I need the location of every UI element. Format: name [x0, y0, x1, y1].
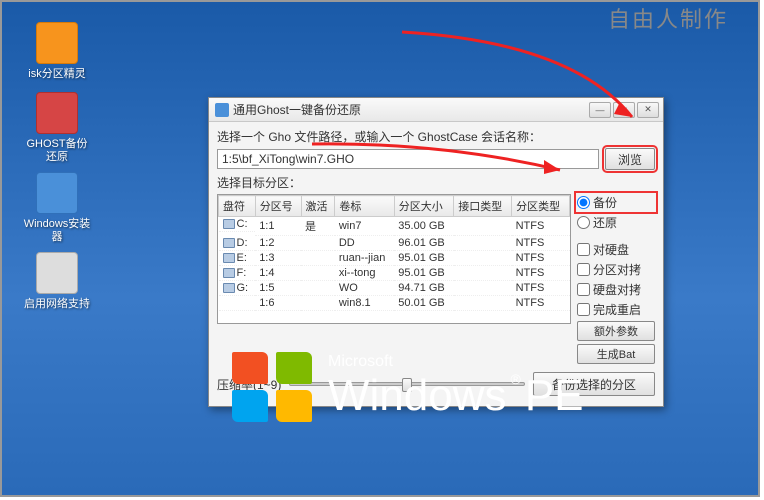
desktop-icon-ghost[interactable]: GHOST备份还原 — [22, 92, 92, 164]
chk-reboot[interactable]: 完成重启 — [577, 301, 655, 318]
app-icon — [215, 103, 229, 117]
table-cell: 35.00 GB — [394, 217, 453, 236]
path-label: 选择一个 Gho 文件路径，或输入一个 GhostCase 会话名称： — [217, 128, 655, 145]
extra-params-button[interactable]: 额外参数 — [577, 321, 655, 341]
dialog-titlebar[interactable]: 通用Ghost一键备份还原 — □ ✕ — [209, 98, 663, 122]
table-cell — [301, 236, 335, 251]
table-cell: G: — [219, 281, 256, 296]
drive-icon — [223, 283, 235, 293]
gen-bat-button[interactable]: 生成Bat — [577, 344, 655, 364]
ghost-icon — [36, 92, 78, 134]
table-cell — [301, 266, 335, 281]
table-cell — [454, 296, 512, 311]
table-cell: 50.01 GB — [394, 296, 453, 311]
icon-label: isk分区精灵 — [22, 68, 92, 81]
table-row[interactable]: F:1:4 xi--tong95.01 GB NTFS — [219, 266, 570, 281]
table-cell: ruan--jian — [335, 251, 394, 266]
chk-disk[interactable]: 对硬盘 — [577, 241, 655, 258]
table-row[interactable]: E:1:3 ruan--jian95.01 GB NTFS — [219, 251, 570, 266]
chk-partition-compare[interactable]: 分区对拷 — [577, 261, 655, 278]
drive-icon — [223, 253, 235, 263]
table-cell — [219, 296, 256, 311]
table-cell — [454, 251, 512, 266]
table-cell: D: — [219, 236, 256, 251]
table-row[interactable]: G:1:5 WO94.71 GB NTFS — [219, 281, 570, 296]
table-cell: NTFS — [512, 281, 570, 296]
diskgenius-icon — [36, 22, 78, 64]
column-header[interactable]: 卷标 — [335, 196, 394, 217]
desktop-icon-diskgenius[interactable]: isk分区精灵 — [22, 22, 92, 81]
table-cell: 94.71 GB — [394, 281, 453, 296]
table-cell — [301, 251, 335, 266]
windows-pe-logo: Microsoft Windows®PE — [232, 352, 584, 422]
windows-flag-icon — [232, 352, 312, 422]
icon-label: GHOST备份还原 — [22, 138, 92, 164]
table-cell — [454, 281, 512, 296]
dialog-title-text: 通用Ghost一键备份还原 — [233, 101, 589, 118]
table-cell: 是 — [301, 217, 335, 236]
table-cell: win8.1 — [335, 296, 394, 311]
browse-button[interactable]: 浏览 — [605, 148, 655, 170]
table-cell: WO — [335, 281, 394, 296]
drive-icon — [223, 268, 235, 278]
icon-label: Windows安装器 — [22, 218, 92, 244]
icon-label: 启用网络支持 — [22, 298, 92, 311]
drive-icon — [223, 238, 235, 248]
table-cell: 96.01 GB — [394, 236, 453, 251]
desktop-icon-network[interactable]: 启用网络支持 — [22, 252, 92, 311]
desktop-icon-wininstall[interactable]: Windows安装器 — [22, 172, 92, 244]
table-cell: win7 — [335, 217, 394, 236]
table-cell: E: — [219, 251, 256, 266]
table-cell: DD — [335, 236, 394, 251]
minimize-button[interactable]: — — [589, 102, 611, 118]
windows-pe-text: Windows®PE — [328, 371, 584, 421]
table-cell — [301, 296, 335, 311]
maximize-button[interactable]: □ — [613, 102, 635, 118]
column-header[interactable]: 盘符 — [219, 196, 256, 217]
chk-disk-compare[interactable]: 硬盘对拷 — [577, 281, 655, 298]
table-cell: xi--tong — [335, 266, 394, 281]
table-cell: C: — [219, 217, 256, 232]
table-cell: 1:1 — [255, 217, 301, 236]
column-header[interactable]: 激活 — [301, 196, 335, 217]
drive-icon — [223, 219, 235, 229]
table-cell: NTFS — [512, 251, 570, 266]
table-cell: NTFS — [512, 266, 570, 281]
table-row[interactable]: D:1:2 DD96.01 GB NTFS — [219, 236, 570, 251]
table-cell: 1:5 — [255, 281, 301, 296]
column-header[interactable]: 分区类型 — [512, 196, 570, 217]
table-cell — [454, 236, 512, 251]
close-button[interactable]: ✕ — [637, 102, 659, 118]
table-cell: 1:3 — [255, 251, 301, 266]
table-cell: 1:6 — [255, 296, 301, 311]
table-cell — [454, 217, 512, 236]
table-cell: 1:2 — [255, 236, 301, 251]
table-row[interactable]: 1:6 win8.150.01 GB NTFS — [219, 296, 570, 311]
network-icon — [36, 252, 78, 294]
radio-restore[interactable]: 还原 — [577, 214, 655, 231]
table-cell: NTFS — [512, 236, 570, 251]
table-row[interactable]: C:1:1是win735.00 GB NTFS — [219, 217, 570, 236]
table-cell: 95.01 GB — [394, 251, 453, 266]
target-label: 选择目标分区： — [217, 174, 655, 191]
windows-installer-icon — [36, 172, 78, 214]
table-cell: 1:4 — [255, 266, 301, 281]
radio-backup[interactable]: 备份 — [577, 194, 655, 211]
table-cell — [454, 266, 512, 281]
table-cell: NTFS — [512, 217, 570, 236]
table-cell: 95.01 GB — [394, 266, 453, 281]
table-cell — [301, 281, 335, 296]
column-header[interactable]: 分区大小 — [394, 196, 453, 217]
column-header[interactable]: 分区号 — [255, 196, 301, 217]
microsoft-text: Microsoft — [328, 353, 584, 371]
partition-table[interactable]: 盘符分区号激活卷标分区大小接口类型分区类型 C:1:1是win735.00 GB… — [217, 194, 571, 324]
options-column: 备份 还原 对硬盘 分区对拷 硬盘对拷 完成重启 额外参数 生成Bat — [577, 194, 655, 364]
desktop-background: 自由人制作 isk分区精灵 GHOST备份还原 Windows安装器 启用网络支… — [2, 2, 758, 495]
table-cell: F: — [219, 266, 256, 281]
column-header[interactable]: 接口类型 — [454, 196, 512, 217]
gho-path-input[interactable] — [217, 149, 599, 169]
watermark-text: 自由人制作 — [608, 2, 728, 34]
table-cell: NTFS — [512, 296, 570, 311]
